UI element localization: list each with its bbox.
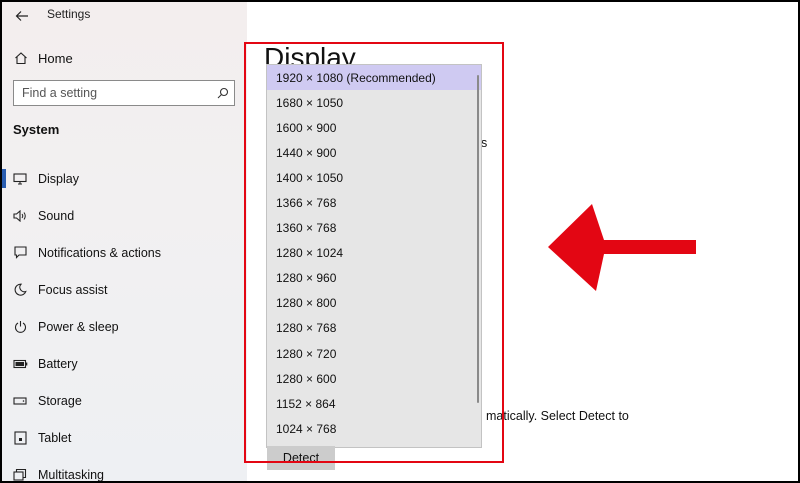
- sidebar-item-display[interactable]: Display: [2, 160, 247, 197]
- search-icon[interactable]: [212, 87, 234, 99]
- sidebar-item-label: Sound: [38, 208, 75, 223]
- annotation-highlight-box: [244, 42, 504, 463]
- notification-icon: [12, 246, 28, 259]
- back-arrow-icon: [15, 11, 28, 21]
- sidebar-item-multitasking[interactable]: Multitasking: [2, 456, 247, 481]
- battery-icon: [12, 359, 28, 369]
- sidebar-item-sound[interactable]: Sound: [2, 197, 247, 234]
- monitor-icon: [12, 172, 28, 185]
- sidebar-item-notifications[interactable]: Notifications & actions: [2, 234, 247, 271]
- home-icon: [14, 51, 28, 65]
- sidebar-item-power-sleep[interactable]: Power & sleep: [2, 308, 247, 345]
- annotation-arrow-icon: [548, 204, 696, 291]
- sidebar-item-label: Battery: [38, 356, 78, 371]
- sidebar-item-home[interactable]: Home: [2, 45, 247, 71]
- sidebar-item-tablet[interactable]: Tablet: [2, 419, 247, 456]
- detect-description: matically. Select Detect to: [486, 409, 629, 423]
- back-button[interactable]: [10, 5, 34, 27]
- sidebar-item-label: Tablet: [38, 430, 72, 445]
- sidebar-item-label: Power & sleep: [38, 319, 119, 334]
- sidebar-item-focus-assist[interactable]: Focus assist: [2, 271, 247, 308]
- sidebar-nav: Display Sound Notifications & actions Fo…: [2, 160, 247, 481]
- app-title: Settings: [47, 7, 91, 21]
- moon-icon: [12, 283, 28, 296]
- multitasking-icon: [12, 468, 28, 481]
- sidebar-item-battery[interactable]: Battery: [2, 345, 247, 382]
- sidebar-item-label: Storage: [38, 393, 82, 408]
- tablet-icon: [12, 430, 28, 445]
- search-box[interactable]: [13, 80, 235, 106]
- sidebar-item-label: Display: [38, 171, 79, 186]
- search-input[interactable]: [14, 86, 212, 100]
- home-label: Home: [38, 50, 73, 66]
- settings-window: Settings Home System Display: [2, 2, 798, 481]
- sidebar-item-label: Focus assist: [38, 282, 108, 297]
- speaker-icon: [12, 209, 28, 222]
- sidebar-item-label: Notifications & actions: [38, 245, 161, 260]
- sidebar: Settings Home System Display: [2, 2, 247, 481]
- section-heading: System: [13, 122, 60, 137]
- sidebar-item-storage[interactable]: Storage: [2, 382, 247, 419]
- power-icon: [12, 320, 28, 333]
- sidebar-item-label: Multitasking: [38, 467, 104, 482]
- storage-icon: [12, 396, 28, 406]
